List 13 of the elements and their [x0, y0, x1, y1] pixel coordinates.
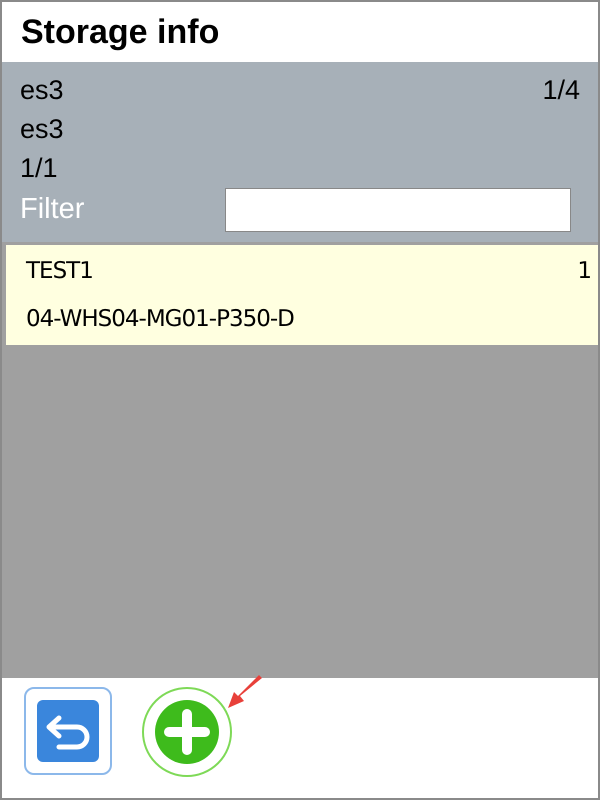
- filter-field[interactable]: [225, 188, 571, 232]
- page-counter: 1/4: [542, 74, 580, 108]
- item-location: 04-WHS04-MG01-P350-D: [26, 305, 295, 334]
- item-name: TEST1: [26, 256, 93, 286]
- screen-title: Storage info: [21, 12, 220, 52]
- item-quantity: 1: [577, 256, 592, 286]
- filter-label: Filter: [20, 192, 86, 228]
- plus-icon: [155, 700, 219, 764]
- header-text: 1/1: [20, 152, 58, 186]
- back-button[interactable]: [24, 687, 112, 775]
- header-text: es3: [20, 74, 64, 108]
- header-text: es3: [20, 113, 64, 146]
- list-item[interactable]: TEST1 1 04-WHS04-MG01-P350-D: [6, 245, 598, 345]
